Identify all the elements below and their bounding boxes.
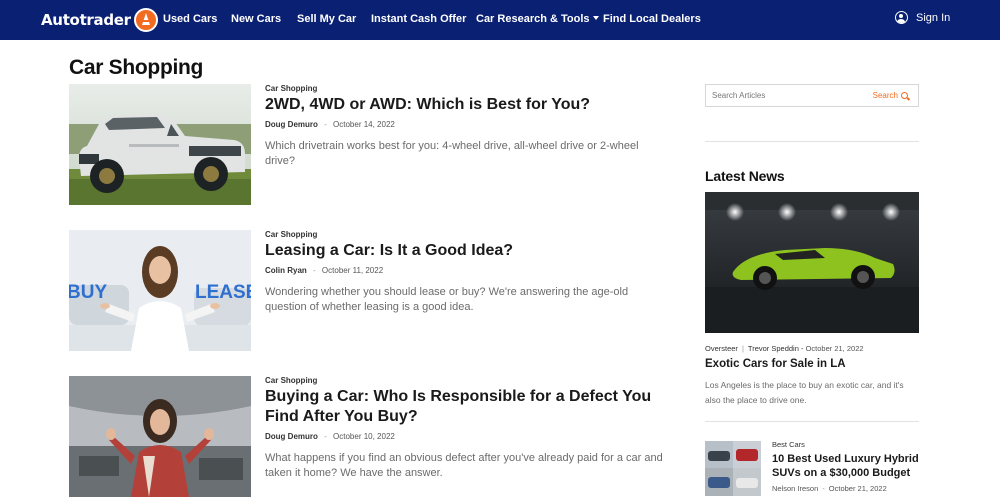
top-navigation: Autotrader Used Cars New Cars Sell My Ca…	[0, 0, 1000, 40]
article-body: Car Shopping Leasing a Car: Is It a Good…	[265, 230, 665, 315]
article-meta: Colin Ryan - October 11, 2022	[265, 266, 665, 275]
article-image-lease[interactable]: BUY LEASE	[69, 230, 251, 351]
article-title[interactable]: Buying a Car: Who Is Responsible for a D…	[265, 387, 665, 427]
article-meta: Doug Demuro - October 14, 2022	[265, 120, 665, 129]
featured-news-category[interactable]: Oversteer	[705, 344, 738, 353]
meta-dash: -	[800, 344, 804, 353]
article-card: BUY LEASE Car Shopping Leasing a Car: Is…	[69, 230, 669, 355]
nav-instant-cash-offer[interactable]: Instant Cash Offer	[371, 13, 466, 25]
small-news-date: October 21, 2022	[828, 484, 887, 493]
article-category[interactable]: Car Shopping	[265, 84, 665, 93]
article-image-defect[interactable]	[69, 376, 251, 497]
user-icon	[895, 11, 908, 24]
article-body: Car Shopping 2WD, 4WD or AWD: Which is B…	[265, 84, 665, 169]
article-category[interactable]: Car Shopping	[265, 230, 665, 239]
small-news-author[interactable]: Nelson Ireson	[772, 484, 818, 493]
nav-car-research-label: Car Research & Tools	[476, 13, 590, 25]
search-input[interactable]	[706, 85, 856, 106]
article-title[interactable]: Leasing a Car: Is It a Good Idea?	[265, 241, 665, 261]
meta-separator: -	[313, 266, 316, 275]
chevron-down-icon	[592, 16, 599, 20]
featured-news-author[interactable]: Trevor Speddin	[748, 344, 799, 353]
small-news-meta: Nelson Ireson - October 21, 2022	[772, 484, 922, 493]
sign-in-link[interactable]: Sign In	[895, 11, 950, 24]
article-title[interactable]: 2WD, 4WD or AWD: Which is Best for You?	[265, 95, 665, 115]
sidebar-divider	[705, 421, 919, 422]
meta-separator: -	[324, 120, 327, 129]
article-category[interactable]: Car Shopping	[265, 376, 665, 385]
article-card: Car Shopping 2WD, 4WD or AWD: Which is B…	[69, 84, 669, 209]
featured-news-meta: Oversteer | Trevor Speddin - October 21, 2…	[705, 344, 864, 353]
nav-used-cars[interactable]: Used Cars	[163, 13, 217, 25]
small-news-title[interactable]: 10 Best Used Luxury Hybrid SUVs on a $30…	[772, 452, 922, 480]
sidebar-divider	[705, 141, 919, 142]
logo-text: Autotrader	[41, 11, 131, 29]
search-icon	[901, 92, 908, 99]
article-date: October 14, 2022	[333, 120, 395, 129]
buy-image-text: BUY	[69, 282, 107, 303]
article-card: Car Shopping Buying a Car: Who Is Respon…	[69, 376, 669, 500]
nav-new-cars[interactable]: New Cars	[231, 13, 281, 25]
article-meta: Doug Demuro - October 10, 2022	[265, 432, 665, 441]
search-button-label: Search	[872, 91, 898, 100]
article-author[interactable]: Doug Demuro	[265, 120, 318, 129]
article-description: Which drivetrain works best for you: 4-w…	[265, 140, 639, 167]
article-author[interactable]: Colin Ryan	[265, 266, 307, 275]
article-description: What happens if you find an obvious defe…	[265, 452, 663, 479]
lease-image-text: LEASE	[195, 282, 251, 303]
nav-sell-my-car[interactable]: Sell My Car	[297, 13, 356, 25]
article-body: Car Shopping Buying a Car: Who Is Respon…	[265, 376, 665, 481]
search-button[interactable]: Search	[873, 91, 908, 100]
sign-in-label: Sign In	[916, 11, 951, 24]
small-news-body: Best Cars 10 Best Used Luxury Hybrid SUV…	[772, 440, 922, 493]
featured-news-title[interactable]: Exotic Cars for Sale in LA	[705, 358, 846, 370]
article-date: October 10, 2022	[333, 432, 395, 441]
search-articles-box: Search	[705, 84, 919, 107]
featured-news-description: Los Angeles is the place to buy an exoti…	[705, 380, 904, 405]
article-author[interactable]: Doug Demuro	[265, 432, 318, 441]
nav-car-research-tools[interactable]: Car Research & Tools	[476, 13, 599, 25]
small-news-image[interactable]	[705, 441, 761, 496]
featured-news-image[interactable]	[705, 192, 919, 333]
latest-news-heading: Latest News	[705, 168, 785, 184]
nav-find-local-dealers[interactable]: Find Local Dealers	[603, 13, 701, 25]
page-title: Car Shopping	[69, 56, 204, 79]
article-date: October 11, 2022	[321, 266, 384, 275]
meta-separator: |	[741, 344, 744, 353]
article-description: Wondering whether you should lease or bu…	[265, 286, 629, 313]
meta-dash: -	[822, 484, 825, 493]
meta-separator: -	[324, 432, 327, 441]
small-news-category[interactable]: Best Cars	[772, 440, 922, 449]
autotrader-logo[interactable]: Autotrader	[41, 7, 158, 33]
logo-mark-icon	[133, 8, 158, 32]
article-image-truck[interactable]	[69, 84, 251, 205]
featured-news-date: October 21, 2022	[805, 344, 864, 353]
